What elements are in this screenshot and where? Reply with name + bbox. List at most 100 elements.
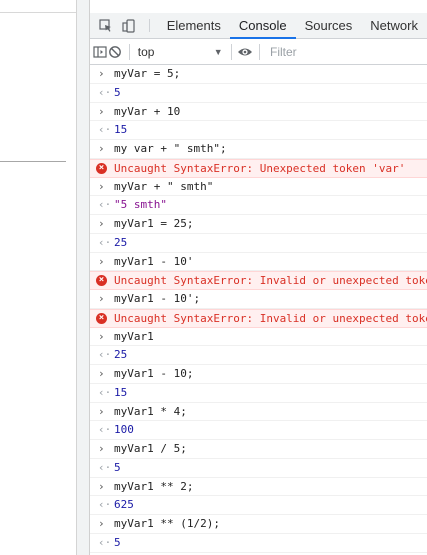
result-arrow-icon: ‹·: [98, 235, 112, 249]
result-arrow-icon: ‹·: [98, 385, 112, 399]
input-prompt-icon: ›: [98, 517, 105, 530]
console-input-row[interactable]: › myVar1 * 4;: [90, 403, 427, 422]
console-message-text: myVar1 ** (1/2);: [114, 517, 220, 530]
clear-console-icon[interactable]: [108, 40, 124, 64]
console-message-text: myVar1 * 4;: [114, 404, 187, 418]
page-divider: [0, 161, 66, 162]
devtools-splitter[interactable]: [76, 0, 90, 555]
context-selector[interactable]: top ▼: [136, 42, 225, 62]
result-arrow-icon: ‹·: [98, 85, 112, 99]
console-input-row[interactable]: › myVar1: [90, 328, 427, 347]
page-divider-top: [0, 12, 76, 13]
tab-console[interactable]: Console: [229, 13, 296, 39]
tab-separator: [148, 19, 150, 32]
console-message-text: myVar1 / 5;: [114, 442, 187, 455]
context-selector-label: top: [137, 44, 155, 59]
result-arrow-icon: ‹·: [98, 460, 112, 474]
console-message-text: myVar1 ** 2;: [114, 479, 194, 493]
toolbar-separator: [259, 43, 261, 60]
input-prompt-icon: ›: [98, 67, 105, 80]
input-prompt-icon: ›: [98, 292, 105, 305]
console-input-row[interactable]: › myVar1 ** (1/2);: [90, 515, 427, 534]
result-arrow-icon: ‹·: [98, 198, 112, 212]
console-sidebar-icon[interactable]: [92, 40, 108, 64]
input-prompt-icon: ›: [98, 404, 105, 418]
console-result-row[interactable]: ‹· 5: [90, 84, 427, 103]
live-expression-icon[interactable]: [237, 40, 253, 64]
devtools-tabbar: Elements Console Sources Network: [90, 13, 427, 39]
console-input-row[interactable]: › myVar1 ** 2;: [90, 478, 427, 497]
input-prompt-icon: ›: [98, 329, 105, 343]
console-message-text: 5: [114, 460, 121, 474]
input-prompt-icon: ›: [98, 217, 105, 230]
console-message-text: my var + " smth";: [114, 142, 227, 155]
input-prompt-icon: ›: [98, 479, 105, 493]
console-input-row[interactable]: › myVar1 - 10': [90, 253, 427, 272]
console-input-row[interactable]: › my var + " smth";: [90, 140, 427, 159]
console-message-text: 25: [114, 235, 128, 249]
console-result-row[interactable]: ‹· 25: [90, 346, 427, 365]
console-message-text: myVar1 = 25;: [114, 217, 194, 230]
console-message-text: 100: [114, 423, 134, 437]
console-message-text: 5: [114, 535, 121, 549]
console-result-row[interactable]: ‹· 100: [90, 421, 427, 440]
error-icon: ×: [96, 162, 107, 174]
error-icon: ×: [96, 275, 107, 287]
console-error-row[interactable]: × Uncaught SyntaxError: Unexpected token …: [90, 158, 427, 178]
console-error-row[interactable]: × Uncaught SyntaxError: Invalid or unexpe…: [90, 271, 427, 290]
console-message-text: Uncaught SyntaxError: Invalid or unexpec…: [114, 274, 427, 288]
input-prompt-icon: ›: [98, 104, 105, 118]
page-viewport: [0, 0, 76, 555]
console-input-row[interactable]: › myVar = 5;: [90, 65, 427, 84]
console-input-row[interactable]: › myVar1 - 10';: [90, 290, 427, 309]
toolbar-separator: [230, 43, 232, 60]
input-prompt-icon: ›: [98, 254, 105, 268]
console-message-text: myVar1 - 10';: [114, 292, 201, 305]
tab-network[interactable]: Network: [361, 13, 427, 38]
console-message-text: 15: [114, 385, 128, 399]
console-result-row[interactable]: ‹· 5: [90, 534, 427, 553]
console-messages: › myVar = 5; ‹· 5 › myVar + 10 ‹· 15 › my var + "…: [90, 65, 427, 555]
console-toolbar: top ▼: [90, 39, 427, 65]
console-result-row[interactable]: ‹· "5 smth": [90, 196, 427, 215]
console-message-text: myVar + 10: [114, 104, 181, 118]
console-message-text: myVar1 - 10': [114, 254, 194, 268]
console-input-row[interactable]: › myVar + " smth": [90, 178, 427, 197]
console-result-row[interactable]: ‹· 15: [90, 384, 427, 403]
console-message-text: myVar + " smth": [114, 179, 214, 193]
result-arrow-icon: ‹·: [98, 423, 112, 437]
console-message-text: "5 smth": [114, 198, 167, 212]
result-arrow-icon: ‹·: [98, 123, 112, 137]
filter-input[interactable]: [266, 41, 427, 62]
console-result-row[interactable]: ‹· 15: [90, 121, 427, 140]
tab-elements[interactable]: Elements: [158, 13, 230, 38]
console-error-row[interactable]: × Uncaught SyntaxError: Invalid or unexpe…: [90, 308, 427, 328]
console-message-text: 625: [114, 498, 134, 512]
console-message-text: 5: [114, 85, 121, 99]
console-input-row[interactable]: › myVar1 / 5;: [90, 440, 427, 459]
result-arrow-icon: ‹·: [98, 535, 112, 549]
console-message-text: Uncaught SyntaxError: Invalid or unexpec…: [114, 311, 427, 325]
console-message-text: 25: [114, 348, 128, 362]
error-icon: ×: [96, 312, 107, 324]
input-prompt-icon: ›: [98, 367, 105, 380]
toolbar-separator: [129, 43, 130, 60]
result-arrow-icon: ‹·: [98, 348, 112, 362]
console-result-row[interactable]: ‹· 625: [90, 496, 427, 515]
console-message-text: myVar = 5;: [114, 67, 181, 80]
inspect-element-icon[interactable]: [94, 13, 117, 39]
console-input-row[interactable]: › myVar + 10: [90, 103, 427, 122]
dropdown-caret-icon: ▼: [213, 46, 223, 57]
console-result-row[interactable]: ‹· 5: [90, 459, 427, 478]
console-message-text: Uncaught SyntaxError: Unexpected token '…: [114, 161, 406, 175]
page: Elements Console Sources Network top ▼ F…: [0, 0, 427, 555]
input-prompt-icon: ›: [98, 179, 105, 193]
tab-sources[interactable]: Sources: [296, 13, 362, 38]
console-message-text: 15: [114, 123, 128, 137]
console-message-text: myVar1 - 10;: [114, 367, 194, 380]
result-arrow-icon: ‹·: [98, 498, 112, 512]
console-result-row[interactable]: ‹· 25: [90, 234, 427, 253]
console-input-row[interactable]: › myVar1 = 25;: [90, 215, 427, 234]
device-toolbar-icon[interactable]: [117, 13, 140, 39]
console-input-row[interactable]: › myVar1 - 10;: [90, 365, 427, 384]
